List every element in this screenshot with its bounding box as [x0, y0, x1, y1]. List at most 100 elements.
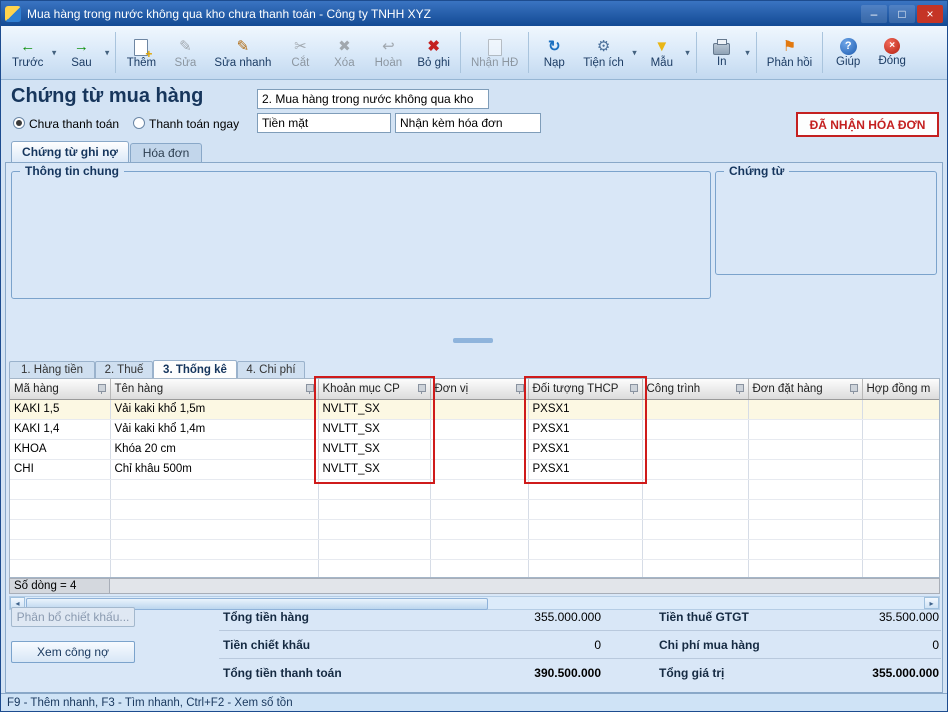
toolbar-button-undo: ↩ Hoàn	[366, 28, 410, 77]
quick-edit-icon: ✎	[237, 37, 250, 56]
status-bar: F9 - Thêm nhanh, F3 - Tìm nhanh, Ctrl+F2…	[1, 693, 947, 712]
radio-thanh-toan-ngay-label[interactable]: Thanh toán ngay	[149, 117, 239, 131]
column-header-ma-hang[interactable]: Mã hàng	[10, 379, 110, 399]
grand-total-label: Tổng giá trị	[659, 666, 724, 680]
window-title: Mua hàng trong nước không qua kho chưa t…	[27, 7, 859, 21]
toolbar-button-feedback[interactable]: ⚑ Phản hồi	[760, 28, 819, 77]
page-title: Chứng từ mua hàng	[11, 85, 203, 108]
dropdown-caret-icon: ▾	[745, 47, 750, 58]
toolbar-button-receive-invoice: Nhận HĐ	[464, 28, 525, 77]
toolbar-button-unpost[interactable]: ✖ Bỏ ghi	[410, 28, 457, 77]
document-group-title: Chứng từ	[724, 164, 789, 178]
add-document-icon	[134, 39, 148, 56]
status-bar-text: F9 - Thêm nhanh, F3 - Tìm nhanh, Ctrl+F2…	[7, 697, 293, 709]
radio-thanh-toan-ngay[interactable]	[133, 117, 145, 129]
summary-row-2: Tiền chiết khấu 0 Chi phí mua hàng 0	[219, 633, 941, 659]
pin-icon	[516, 384, 524, 392]
app-icon	[5, 6, 21, 22]
table-row[interactable]: CHIChỉ khâu 500mNVLTT_SXPXSX1	[10, 459, 940, 479]
tab-hoa-don[interactable]: Hóa đơn	[130, 143, 202, 162]
toolbar-button-print[interactable]: In ▾	[700, 28, 753, 77]
general-info-title: Thông tin chung	[20, 164, 124, 178]
toolbar-button-reload[interactable]: ↻ Nạp	[532, 28, 576, 77]
minimize-button[interactable]: –	[861, 5, 887, 23]
toolbar: ← Trước ▾ → Sau ▾ Thêm ✎ Sửa ✎ Sửa nhanh…	[1, 26, 947, 80]
pin-icon	[736, 384, 744, 392]
column-header-don-dat-hang[interactable]: Đơn đặt hàng	[748, 379, 862, 399]
delete-icon: ✖	[338, 37, 351, 56]
table-row[interactable]: KAKI 1,4Vải kaki khổ 1,4mNVLTT_SXPXSX1	[10, 419, 940, 439]
vat-value: 35.500.000	[789, 610, 939, 624]
receive-invoice-icon	[488, 39, 502, 56]
toolbar-separator	[115, 32, 116, 73]
tab-chung-tu-ghi-no[interactable]: Chứng từ ghi nợ	[11, 141, 129, 162]
collapse-handle[interactable]	[453, 338, 493, 343]
edit-icon: ✎	[179, 37, 192, 56]
pin-icon	[306, 384, 314, 392]
document-group: Chứng từ	[715, 171, 937, 275]
grid-tab-thue[interactable]: 2. Thuế	[95, 361, 153, 378]
exit-icon: ×	[884, 38, 900, 54]
row-count-label: Số dòng = 4	[10, 579, 110, 593]
undo-icon: ↩	[382, 37, 395, 56]
column-header-hop-dong[interactable]: Hợp đồng m	[862, 379, 940, 399]
table-row[interactable]: KHOAKhóa 20 cmNVLTT_SXPXSX1	[10, 439, 940, 459]
vat-label: Tiền thuế GTGT	[659, 610, 749, 624]
dropdown-caret-icon: ▾	[105, 47, 110, 58]
toolbar-separator	[822, 32, 823, 73]
toolbar-button-close-doc[interactable]: × Đóng	[870, 28, 914, 77]
radio-chua-thanh-toan[interactable]	[13, 117, 25, 129]
items-table: Mã hàng Tên hàng Khoản mục CP Đơn vị Đối…	[10, 379, 940, 578]
grid-tab-hang-tien[interactable]: 1. Hàng tiền	[9, 361, 95, 378]
view-debt-button[interactable]: Xem công nợ	[11, 641, 135, 663]
column-header-ten-hang[interactable]: Tên hàng	[110, 379, 318, 399]
pin-icon	[630, 384, 638, 392]
title-bar: Mua hàng trong nước không qua kho chưa t…	[1, 1, 947, 26]
grid-tab-thong-ke[interactable]: 3. Thống kê	[153, 360, 237, 378]
toolbar-button-delete: ✖ Xóa	[322, 28, 366, 77]
pin-icon	[850, 384, 858, 392]
empty-row	[10, 539, 940, 559]
total-goods-label: Tổng tiền hàng	[223, 610, 309, 624]
toolbar-button-previous[interactable]: ← Trước ▾	[5, 28, 59, 77]
toolbar-button-add[interactable]: Thêm	[119, 28, 163, 77]
close-button[interactable]: ×	[917, 5, 943, 23]
toolbar-button-next[interactable]: → Sau ▾	[59, 28, 112, 77]
printer-icon	[713, 43, 730, 55]
grid-tab-chi-phi[interactable]: 4. Chi phí	[237, 361, 305, 378]
app-window: Mua hàng trong nước không qua kho chưa t…	[0, 0, 948, 712]
table-row[interactable]: KAKI 1,5Vải kaki khổ 1,5mNVLTT_SXPXSX1	[10, 399, 940, 419]
payment-method-field[interactable]: Tiền mặt	[257, 113, 391, 133]
unpost-icon: ✖	[427, 37, 440, 56]
arrow-right-icon: →	[74, 37, 89, 56]
scissors-icon: ✂	[294, 37, 307, 56]
toolbar-button-quick-edit[interactable]: ✎ Sửa nhanh	[207, 28, 278, 77]
dropdown-caret-icon: ▾	[52, 47, 57, 58]
column-header-doi-tuong-thcp[interactable]: Đối tượng THCP	[528, 379, 642, 399]
column-header-cong-trinh[interactable]: Công trình	[642, 379, 748, 399]
radio-chua-thanh-toan-label[interactable]: Chưa thanh toán	[29, 117, 119, 131]
pin-icon	[98, 384, 106, 392]
toolbar-button-cut: ✂ Cắt	[278, 28, 322, 77]
total-payment-label: Tổng tiền thanh toán	[223, 666, 342, 680]
maximize-button[interactable]: □	[889, 5, 915, 23]
empty-row	[10, 519, 940, 539]
grand-total-value: 355.000.000	[789, 666, 939, 680]
pin-icon	[418, 384, 426, 392]
items-table-container: Mã hàng Tên hàng Khoản mục CP Đơn vị Đối…	[9, 378, 940, 578]
toolbar-button-edit: ✎ Sửa	[163, 28, 207, 77]
dropdown-caret-icon: ▾	[632, 47, 637, 58]
invoice-mode-field[interactable]: Nhận kèm hóa đơn	[395, 113, 541, 133]
toolbar-button-help[interactable]: ? Giúp	[826, 28, 870, 77]
column-header-don-vi[interactable]: Đơn vị	[430, 379, 528, 399]
toolbar-button-template[interactable]: ▼ Mẫu ▾	[640, 28, 693, 77]
purchase-cost-value: 0	[789, 638, 939, 652]
column-header-khoan-muc-cp[interactable]: Khoản mục CP	[318, 379, 430, 399]
window-controls: – □ ×	[859, 5, 943, 23]
doc-type-dropdown[interactable]: 2. Mua hàng trong nước không qua kho	[257, 89, 489, 109]
table-footer: Số dòng = 4	[9, 578, 940, 594]
help-icon: ?	[840, 38, 857, 55]
template-funnel-icon: ▼	[654, 37, 669, 56]
toolbar-button-utilities[interactable]: ⚙ Tiện ích ▾	[576, 28, 639, 77]
empty-row	[10, 479, 940, 499]
